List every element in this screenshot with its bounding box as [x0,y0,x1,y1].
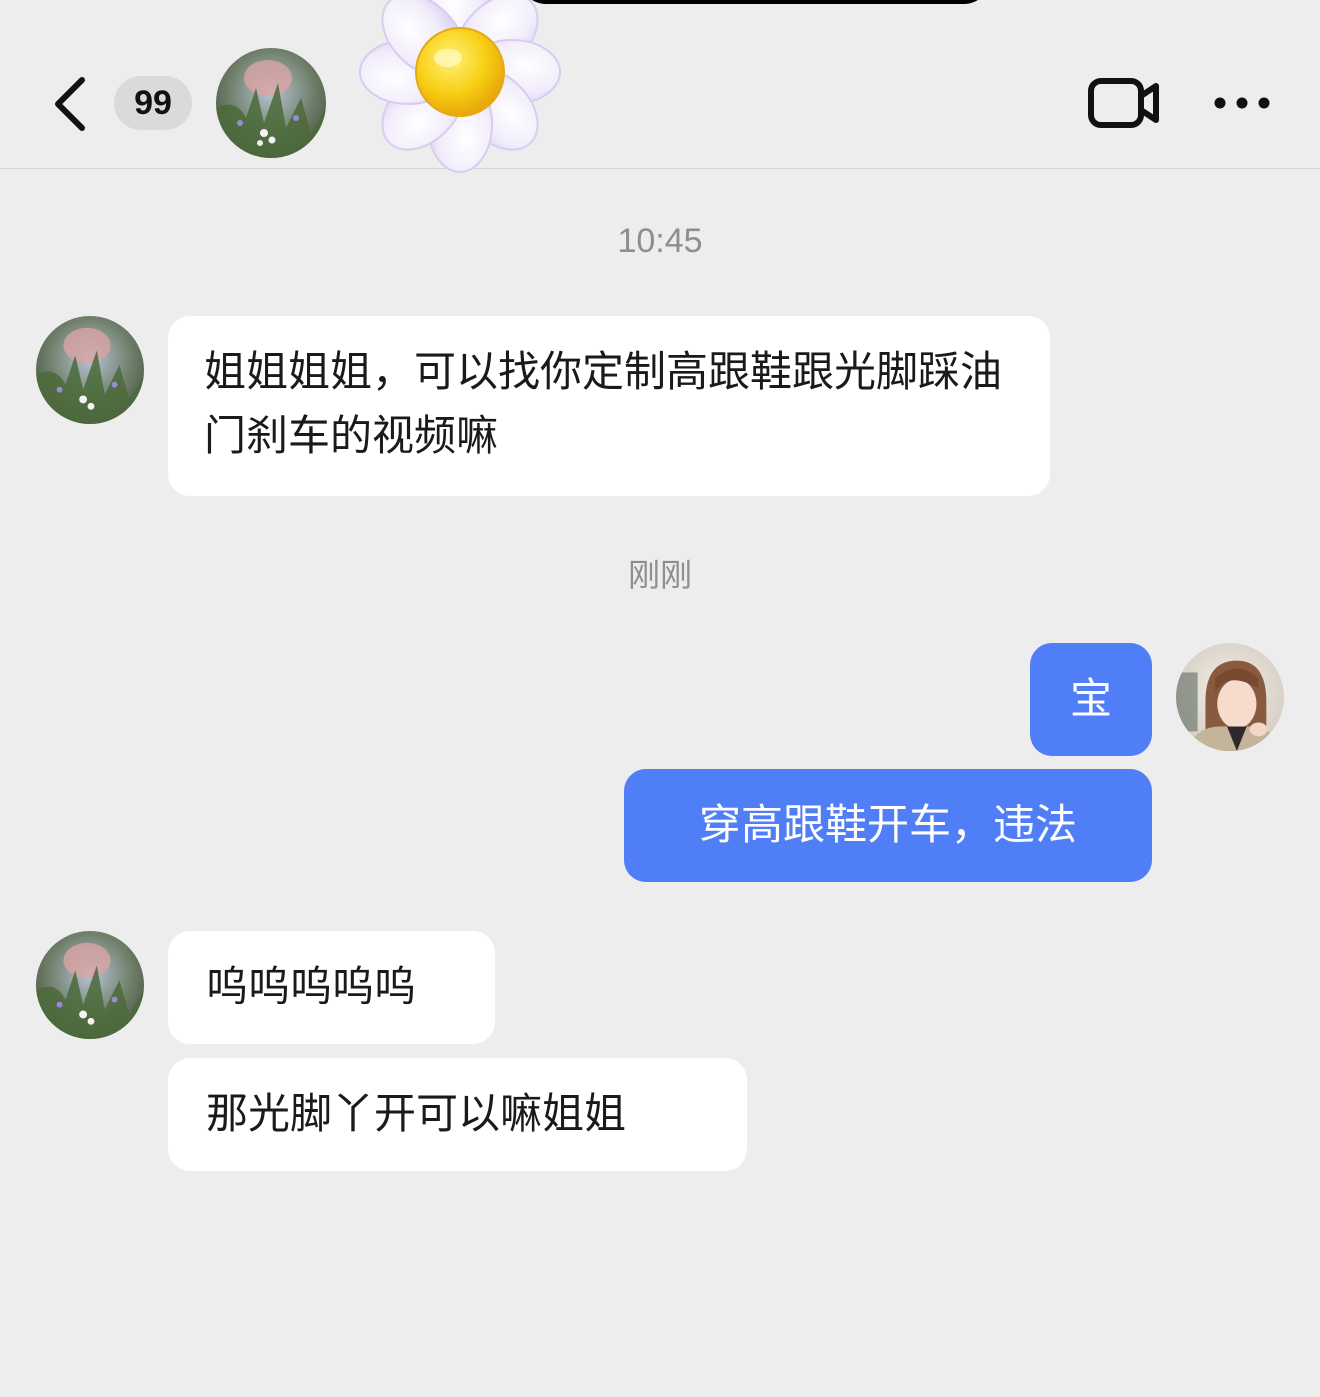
chevron-left-icon [55,77,85,131]
outgoing-message-bubble[interactable]: 穿高跟鞋开车，违法 [624,769,1152,882]
incoming-message-bubble[interactable]: 呜呜呜呜呜 [168,931,495,1044]
contact-avatar[interactable] [36,931,144,1039]
ellipsis-icon [1214,97,1270,109]
daisy-flower-sticker [290,0,580,215]
unread-count-badge[interactable]: 99 [114,76,192,130]
chat-header: 99 [0,0,1320,173]
outgoing-message-bubble[interactable]: 宝 [1030,643,1152,756]
user-avatar[interactable] [1176,643,1284,751]
more-options-button[interactable] [1208,88,1276,118]
video-camera-icon [1088,78,1159,128]
incoming-message-bubble[interactable]: 姐姐姐姐，可以找你定制高跟鞋跟光脚踩油门刹车的视频嘛 [168,316,1050,496]
incoming-message-bubble[interactable]: 那光脚丫开可以嘛姐姐 [168,1058,747,1171]
message-timestamp: 刚刚 [627,556,692,594]
message-timestamp: 10:45 [617,222,703,260]
back-button[interactable] [40,64,104,142]
contact-avatar[interactable] [36,316,144,424]
video-call-button[interactable] [1086,76,1162,130]
